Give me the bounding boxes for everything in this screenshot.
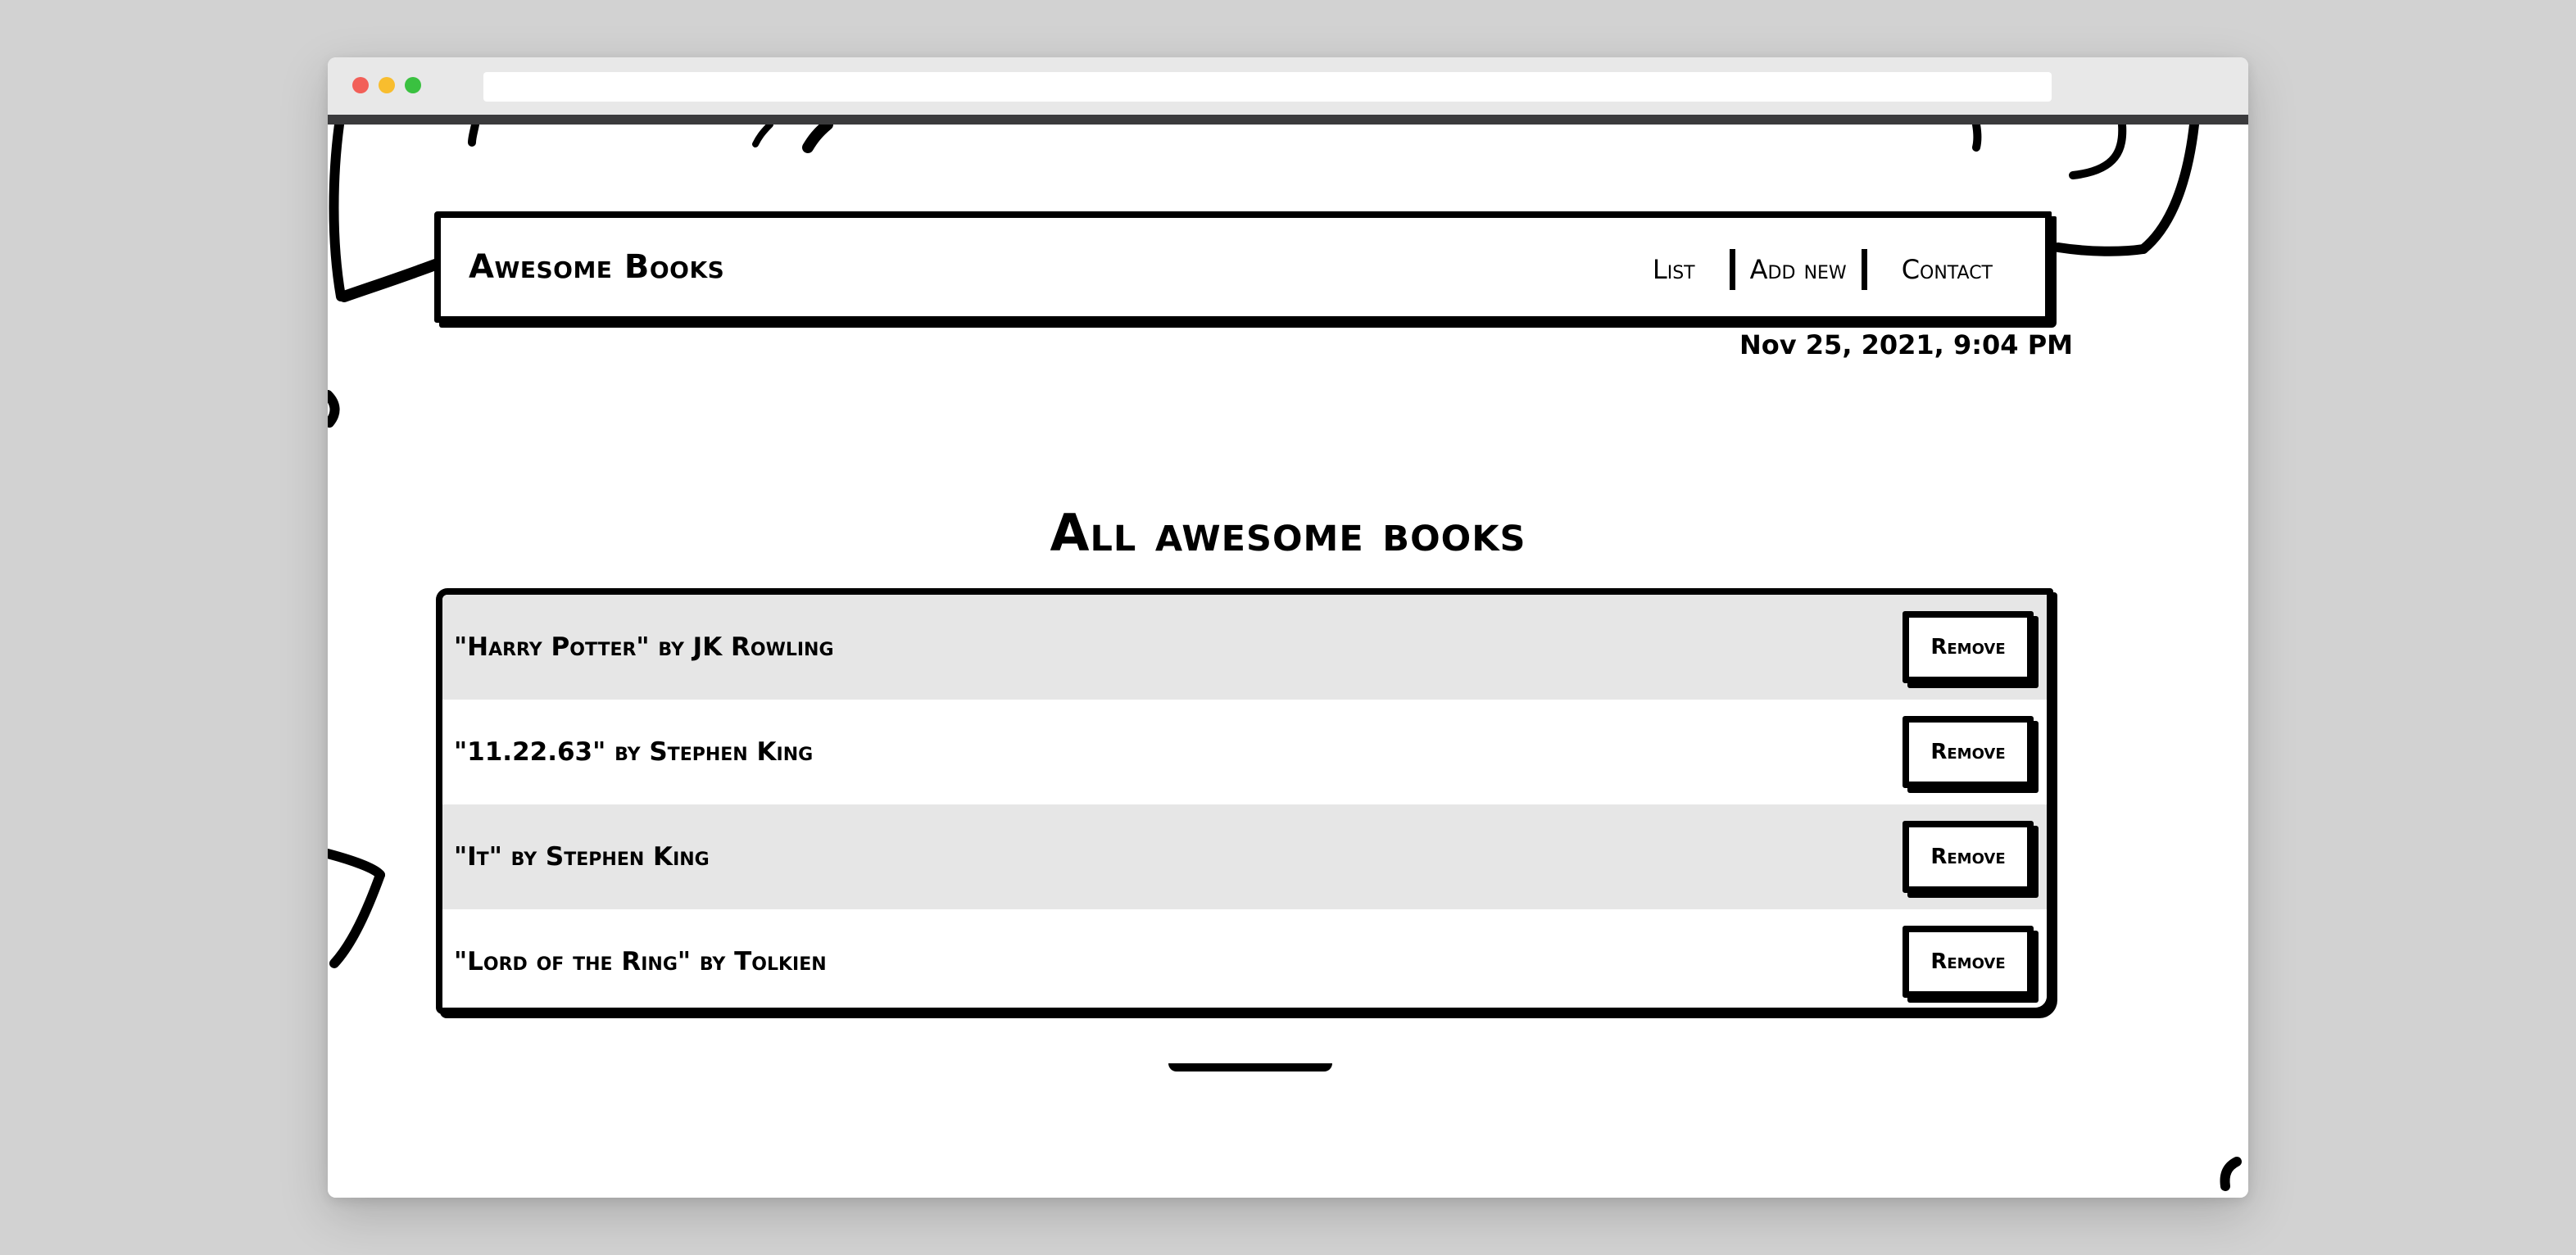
book-title: "11.22.63" by Stephen King bbox=[454, 737, 814, 767]
navbar: Awesome Books List Add new Contact bbox=[434, 211, 2052, 323]
address-bar[interactable] bbox=[483, 72, 2052, 102]
book-title: "It" by Stephen King bbox=[454, 842, 710, 872]
remove-button[interactable]: Remove bbox=[1903, 926, 2034, 998]
minimize-window-icon[interactable] bbox=[379, 77, 395, 93]
book-row: "Harry Potter" by JK Rowling Remove bbox=[442, 595, 2047, 700]
nav-link-contact[interactable]: Contact bbox=[1885, 249, 2009, 290]
nav-link-add-new[interactable]: Add new bbox=[1729, 249, 1867, 290]
date-time: Nov 25, 2021, 9:04 PM bbox=[1739, 329, 2073, 360]
maximize-window-icon[interactable] bbox=[405, 77, 421, 93]
book-row: "11.22.63" by Stephen King Remove bbox=[442, 700, 2047, 804]
browser-window: Awesome Books List Add new Contact Nov 2… bbox=[328, 57, 2248, 1198]
page-title: All awesome books bbox=[1050, 502, 1526, 563]
decorative-underline bbox=[1168, 1063, 1332, 1072]
remove-button[interactable]: Remove bbox=[1903, 611, 2034, 683]
titlebar-divider bbox=[328, 115, 2248, 125]
remove-button[interactable]: Remove bbox=[1903, 716, 2034, 788]
browser-titlebar bbox=[328, 57, 2248, 115]
nav-links: List Add new Contact bbox=[1636, 249, 2009, 290]
book-row: "It" by Stephen King Remove bbox=[442, 804, 2047, 909]
book-row: "Lord of the Ring" by Tolkien Remove bbox=[442, 909, 2047, 1008]
page-viewport: Awesome Books List Add new Contact Nov 2… bbox=[328, 125, 2248, 1198]
brand-title[interactable]: Awesome Books bbox=[469, 218, 724, 316]
book-list: "Harry Potter" by JK Rowling Remove "11.… bbox=[436, 588, 2053, 1014]
book-title: "Lord of the Ring" by Tolkien bbox=[454, 947, 827, 976]
nav-link-list[interactable]: List bbox=[1636, 249, 1712, 290]
remove-button[interactable]: Remove bbox=[1903, 821, 2034, 893]
close-window-icon[interactable] bbox=[352, 77, 369, 93]
book-title: "Harry Potter" by JK Rowling bbox=[454, 632, 834, 662]
